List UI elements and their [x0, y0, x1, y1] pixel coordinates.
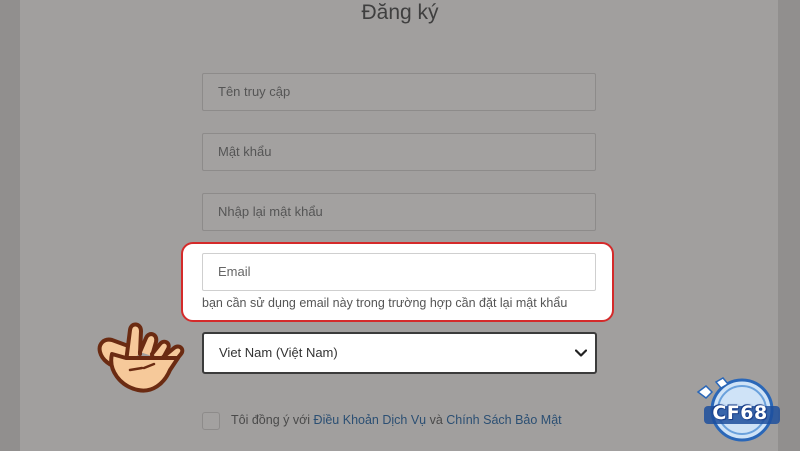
confirm-password-field[interactable]: Nhập lại mật khẩu — [202, 193, 596, 231]
email-placeholder: Email — [218, 264, 251, 279]
pointing-hand-icon — [97, 322, 185, 393]
terms-and: và — [426, 413, 447, 427]
email-hint: bạn cần sử dụng email này trong trường h… — [202, 296, 568, 310]
password-placeholder: Mật khẩu — [218, 144, 272, 159]
privacy-policy-link[interactable]: Chính Sách Bảo Mật — [446, 413, 561, 427]
terms-of-service-link[interactable]: Điều Khoản Dịch Vụ — [314, 413, 427, 427]
page-margin-left — [0, 0, 20, 451]
password-field[interactable]: Mật khẩu — [202, 133, 596, 171]
username-placeholder: Tên truy cập — [218, 84, 291, 99]
terms-checkbox[interactable] — [202, 412, 220, 430]
username-field[interactable]: Tên truy cập — [202, 73, 596, 111]
logo-text: CF68 — [712, 402, 768, 424]
country-selected-value: Viet Nam (Việt Nam) — [219, 345, 338, 360]
country-select[interactable]: Viet Nam (Việt Nam) — [202, 332, 597, 374]
page-title: Đăng ký — [361, 1, 439, 24]
email-field[interactable]: Email — [202, 253, 596, 291]
chevron-down-icon — [575, 349, 587, 357]
confirm-password-placeholder: Nhập lại mật khẩu — [218, 204, 323, 219]
terms-text: Tôi đồng ý với Điều Khoản Dịch Vụ và Chí… — [231, 413, 562, 427]
terms-prefix: Tôi đồng ý với — [231, 413, 314, 427]
